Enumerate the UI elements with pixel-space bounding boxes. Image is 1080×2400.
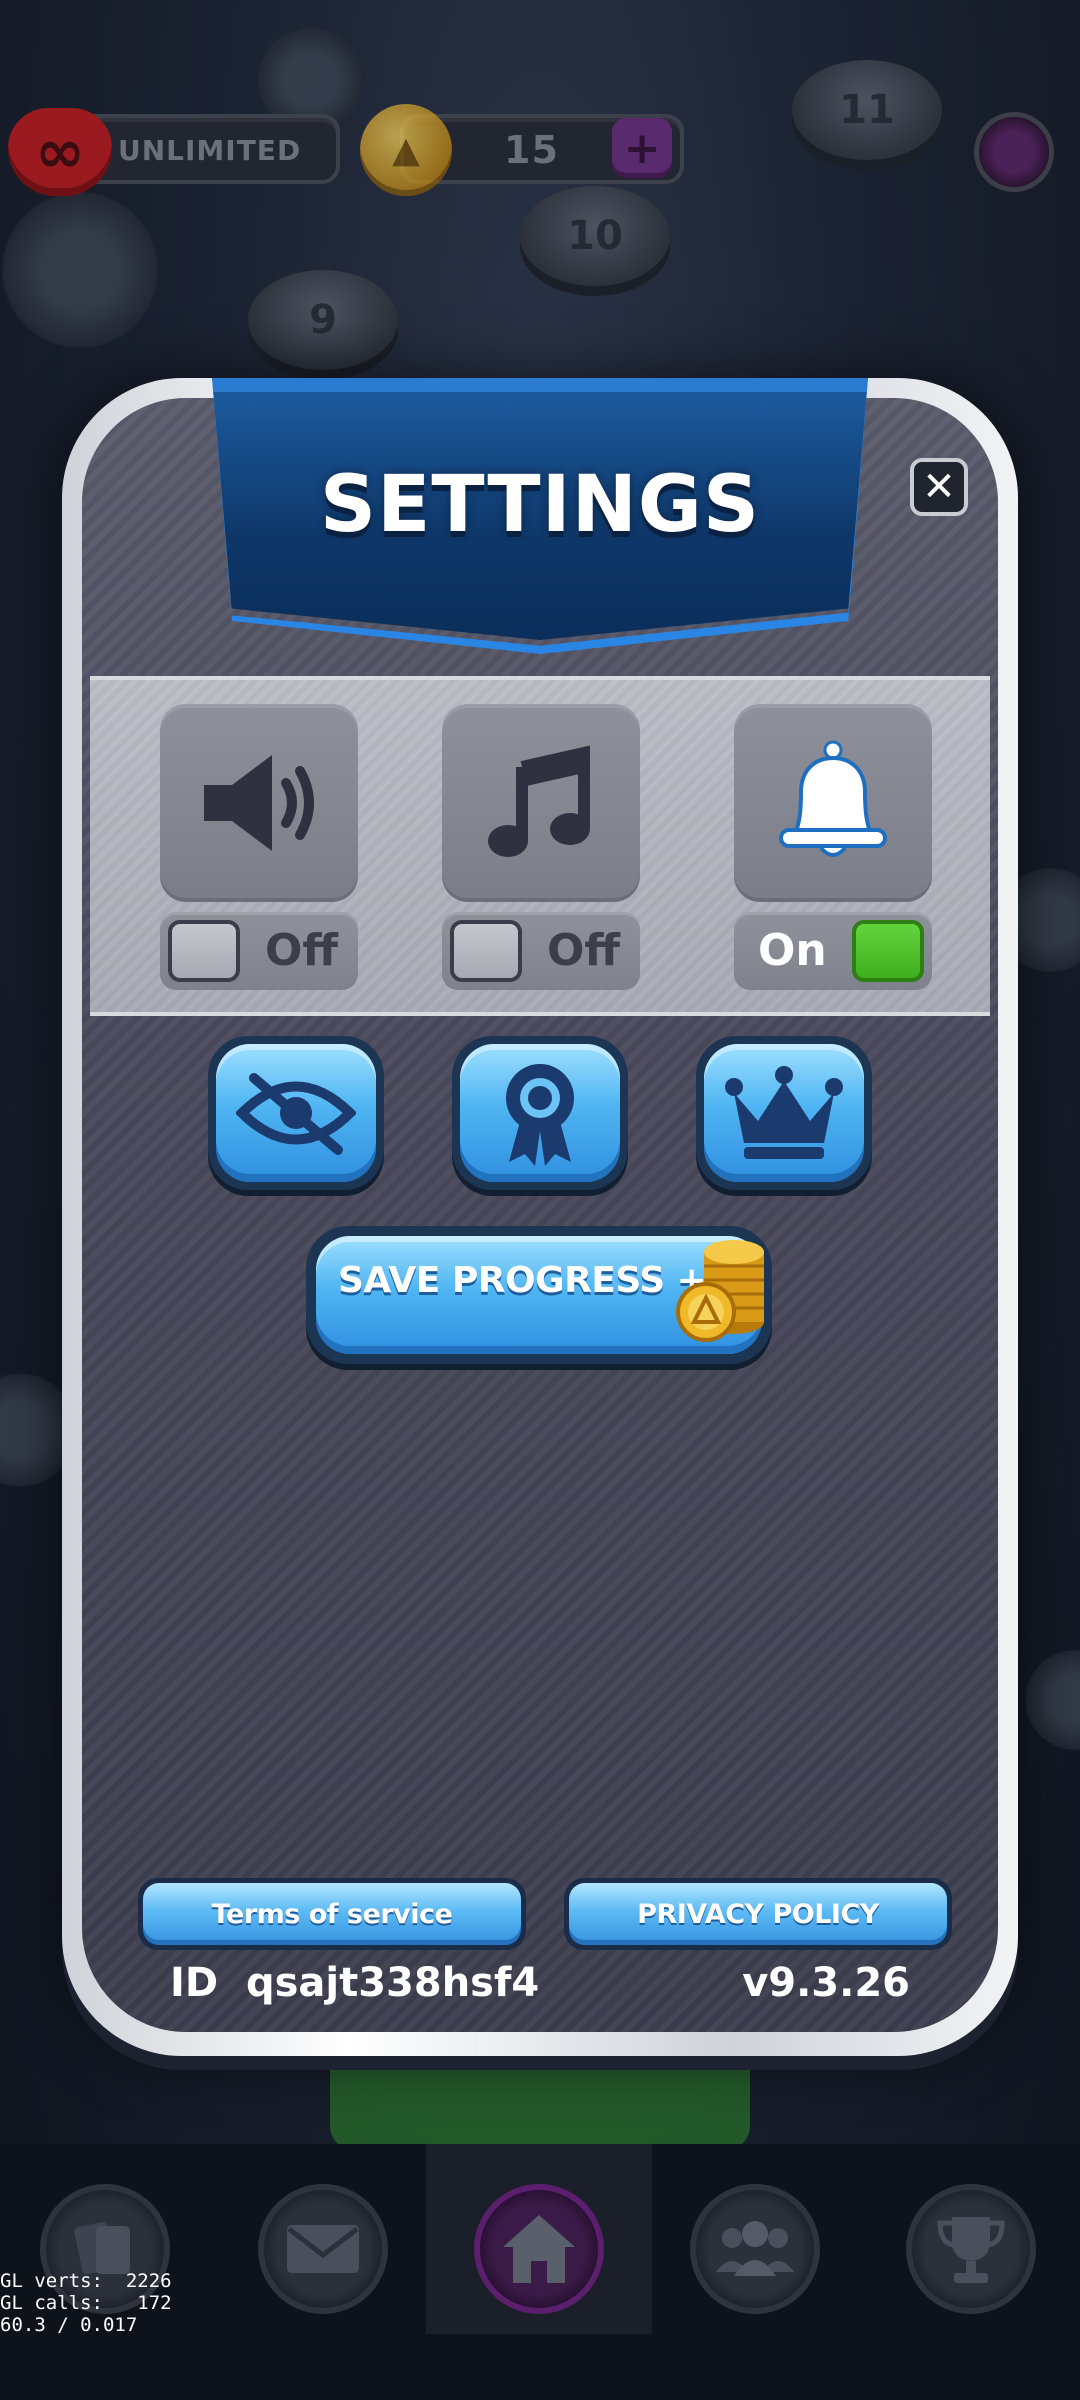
sound-tile[interactable] bbox=[160, 704, 358, 902]
home-icon bbox=[503, 2215, 575, 2283]
save-progress-label: SAVE PROGRESS + bbox=[338, 1260, 707, 1301]
coin-icon: ▲ bbox=[360, 104, 452, 196]
version-label: v9.3.26 bbox=[742, 1960, 910, 2006]
notifications-toggle[interactable]: On bbox=[734, 912, 932, 990]
event-orb-icon[interactable] bbox=[974, 112, 1054, 192]
achievements-button[interactable] bbox=[452, 1036, 628, 1190]
coin-count: 15 bbox=[504, 128, 559, 172]
buy-coins-plus-icon[interactable]: + bbox=[612, 118, 672, 178]
player-id: ID qsajt338hsf4 bbox=[170, 1960, 540, 2006]
privacy-policy-button[interactable]: PRIVACY POLICY bbox=[564, 1878, 952, 1950]
privacy-button[interactable] bbox=[208, 1036, 384, 1190]
map-level-node[interactable]: 11 bbox=[792, 60, 942, 160]
privacy-policy-label: PRIVACY POLICY bbox=[569, 1883, 947, 1945]
terms-label: Terms of service bbox=[143, 1883, 521, 1945]
map-level-node[interactable]: 9 bbox=[248, 270, 398, 370]
people-icon bbox=[716, 2221, 794, 2276]
notifications-state-label: On bbox=[758, 925, 827, 976]
envelope-icon bbox=[287, 2225, 359, 2273]
save-progress-button[interactable]: SAVE PROGRESS + bbox=[306, 1226, 772, 1364]
notifications-tile[interactable] bbox=[734, 704, 932, 902]
unlimited-heart-icon: ∞ bbox=[8, 108, 112, 196]
eye-slash-icon bbox=[236, 1073, 356, 1155]
toggle-knob bbox=[168, 920, 240, 982]
sound-toggle[interactable]: Off bbox=[160, 912, 358, 990]
trophy-icon bbox=[937, 2217, 1005, 2283]
toggle-knob bbox=[852, 920, 924, 982]
speaker-icon bbox=[204, 755, 314, 851]
nav-friends[interactable] bbox=[690, 2184, 820, 2314]
gl-debug-stats: GL verts: 2226 GL calls: 172 60.3 / 0.01… bbox=[0, 2270, 172, 2336]
nav-mail[interactable] bbox=[258, 2184, 388, 2314]
toggle-knob bbox=[450, 920, 522, 982]
music-note-icon bbox=[488, 745, 590, 857]
coin-stack-icon bbox=[676, 1240, 764, 1342]
music-tile[interactable] bbox=[442, 704, 640, 902]
nav-home[interactable] bbox=[474, 2184, 604, 2314]
crown-icon bbox=[725, 1066, 843, 1159]
lives-label: UNLIMITED bbox=[118, 134, 302, 167]
sound-state-label: Off bbox=[264, 925, 338, 976]
play-button-shadow bbox=[330, 2040, 750, 2150]
music-toggle[interactable]: Off bbox=[442, 912, 640, 990]
vip-button[interactable] bbox=[696, 1036, 872, 1190]
close-icon[interactable]: ✕ bbox=[910, 458, 968, 516]
music-state-label: Off bbox=[546, 925, 620, 976]
ribbon-badge-icon bbox=[506, 1064, 574, 1166]
nav-leaderboard[interactable] bbox=[906, 2184, 1036, 2314]
bell-icon bbox=[779, 740, 887, 857]
settings-title: SETTINGS bbox=[319, 460, 761, 550]
map-level-node[interactable]: 10 bbox=[520, 186, 670, 286]
terms-of-service-button[interactable]: Terms of service bbox=[138, 1878, 526, 1950]
